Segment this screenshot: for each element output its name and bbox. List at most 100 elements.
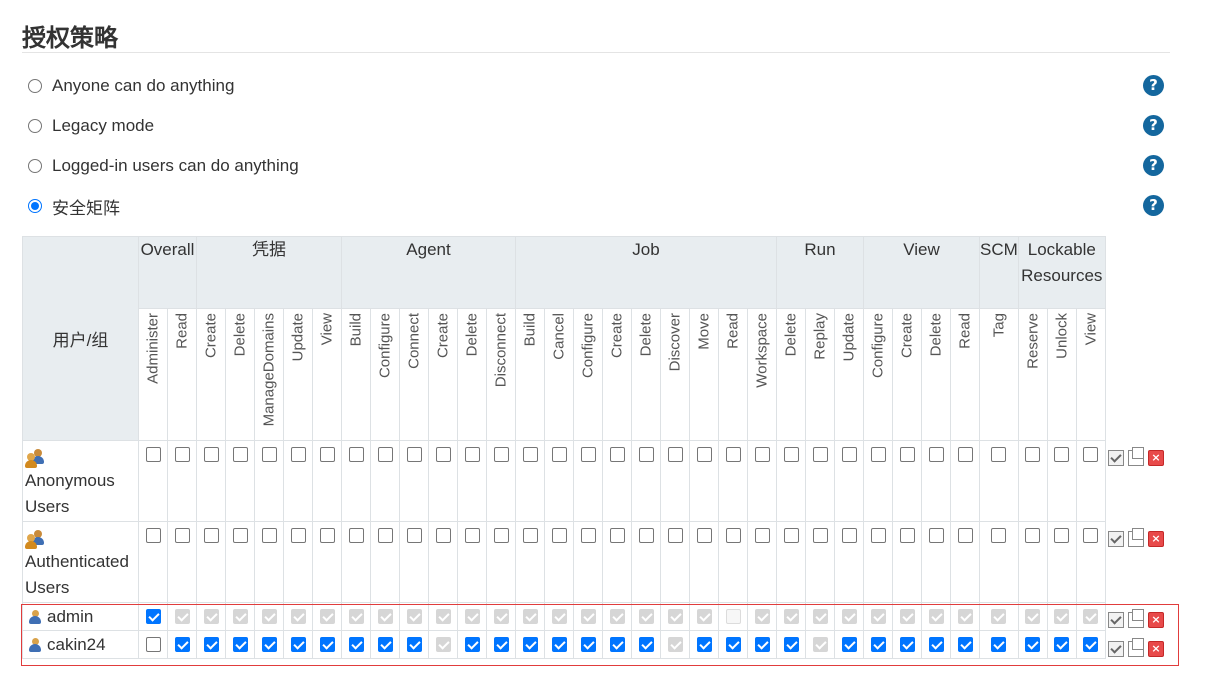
permission-checkbox[interactable] bbox=[1025, 528, 1041, 544]
permission-checkbox[interactable] bbox=[348, 447, 364, 463]
permission-checkbox[interactable] bbox=[145, 636, 161, 652]
permission-checkbox[interactable] bbox=[174, 636, 190, 652]
permission-checkbox[interactable] bbox=[522, 447, 538, 463]
permission-checkbox[interactable] bbox=[754, 447, 770, 463]
permission-checkbox[interactable] bbox=[580, 636, 596, 652]
permission-checkbox[interactable] bbox=[319, 528, 335, 544]
permission-checkbox[interactable] bbox=[638, 447, 654, 463]
delete-icon[interactable]: × bbox=[1148, 531, 1164, 547]
permission-checkbox[interactable] bbox=[841, 528, 857, 544]
permission-checkbox[interactable] bbox=[493, 447, 509, 463]
delete-icon[interactable]: × bbox=[1148, 612, 1164, 628]
radio-logged-in[interactable] bbox=[28, 159, 42, 173]
permission-checkbox[interactable] bbox=[290, 447, 306, 463]
permission-checkbox[interactable] bbox=[991, 636, 1007, 652]
permission-checkbox[interactable] bbox=[609, 447, 625, 463]
permission-checkbox[interactable] bbox=[522, 636, 538, 652]
permission-checkbox[interactable] bbox=[435, 528, 451, 544]
permission-checkbox[interactable] bbox=[580, 528, 596, 544]
copy-icon[interactable] bbox=[1128, 638, 1144, 657]
permission-checkbox[interactable] bbox=[319, 636, 335, 652]
permission-checkbox[interactable] bbox=[991, 447, 1007, 463]
permission-checkbox[interactable] bbox=[783, 636, 799, 652]
permission-checkbox[interactable] bbox=[551, 447, 567, 463]
permission-checkbox[interactable] bbox=[377, 528, 393, 544]
permission-checkbox[interactable] bbox=[957, 636, 973, 652]
copy-icon[interactable] bbox=[1128, 447, 1144, 466]
permission-checkbox[interactable] bbox=[696, 528, 712, 544]
permission-checkbox[interactable] bbox=[290, 636, 306, 652]
radio-anyone[interactable] bbox=[28, 79, 42, 93]
permission-checkbox[interactable] bbox=[348, 636, 364, 652]
permission-checkbox[interactable] bbox=[1083, 528, 1099, 544]
permission-checkbox[interactable] bbox=[377, 636, 393, 652]
permission-checkbox[interactable] bbox=[551, 636, 567, 652]
permission-checkbox[interactable] bbox=[696, 447, 712, 463]
help-icon[interactable]: ? bbox=[1143, 195, 1164, 216]
toggle-all-icon[interactable] bbox=[1108, 450, 1124, 466]
permission-checkbox[interactable] bbox=[1083, 636, 1099, 652]
permission-checkbox[interactable] bbox=[348, 528, 364, 544]
permission-checkbox[interactable] bbox=[754, 528, 770, 544]
permission-checkbox[interactable] bbox=[783, 528, 799, 544]
permission-checkbox[interactable] bbox=[232, 636, 248, 652]
permission-checkbox[interactable] bbox=[464, 528, 480, 544]
strategy-anyone[interactable]: Anyone can do anything bbox=[28, 74, 234, 98]
permission-checkbox[interactable] bbox=[261, 447, 277, 463]
delete-icon[interactable]: × bbox=[1148, 641, 1164, 657]
help-icon[interactable]: ? bbox=[1143, 75, 1164, 96]
toggle-all-icon[interactable] bbox=[1108, 531, 1124, 547]
permission-checkbox[interactable] bbox=[1083, 447, 1099, 463]
radio-legacy[interactable] bbox=[28, 119, 42, 133]
permission-checkbox[interactable] bbox=[145, 447, 161, 463]
permission-checkbox[interactable] bbox=[1054, 528, 1070, 544]
permission-checkbox[interactable] bbox=[145, 528, 161, 544]
copy-icon[interactable] bbox=[1128, 609, 1144, 628]
permission-checkbox[interactable] bbox=[899, 528, 915, 544]
permission-checkbox[interactable] bbox=[754, 636, 770, 652]
permission-checkbox[interactable] bbox=[1054, 447, 1070, 463]
permission-checkbox[interactable] bbox=[870, 636, 886, 652]
permission-checkbox[interactable] bbox=[667, 447, 683, 463]
permission-checkbox[interactable] bbox=[406, 636, 422, 652]
permission-checkbox[interactable] bbox=[725, 528, 741, 544]
permission-checkbox[interactable] bbox=[638, 636, 654, 652]
permission-checkbox[interactable] bbox=[261, 528, 277, 544]
permission-checkbox[interactable] bbox=[870, 528, 886, 544]
permission-checkbox[interactable] bbox=[319, 447, 335, 463]
permission-checkbox[interactable] bbox=[841, 447, 857, 463]
toggle-all-icon[interactable] bbox=[1108, 641, 1124, 657]
help-icon[interactable]: ? bbox=[1143, 115, 1164, 136]
strategy-logged-in[interactable]: Logged-in users can do anything bbox=[28, 154, 299, 178]
permission-checkbox[interactable] bbox=[551, 528, 567, 544]
strategy-matrix[interactable]: 安全矩阵 bbox=[28, 194, 120, 218]
delete-icon[interactable]: × bbox=[1148, 450, 1164, 466]
permission-checkbox[interactable] bbox=[203, 447, 219, 463]
permission-checkbox[interactable] bbox=[928, 447, 944, 463]
permission-checkbox[interactable] bbox=[232, 447, 248, 463]
permission-checkbox[interactable] bbox=[957, 528, 973, 544]
toggle-all-icon[interactable] bbox=[1108, 612, 1124, 628]
permission-checkbox[interactable] bbox=[1025, 447, 1041, 463]
permission-checkbox[interactable] bbox=[609, 636, 625, 652]
permission-checkbox[interactable] bbox=[174, 528, 190, 544]
permission-checkbox[interactable] bbox=[203, 528, 219, 544]
permission-checkbox[interactable] bbox=[464, 636, 480, 652]
permission-checkbox[interactable] bbox=[899, 447, 915, 463]
permission-checkbox[interactable] bbox=[667, 528, 683, 544]
permission-checkbox[interactable] bbox=[812, 447, 828, 463]
permission-checkbox[interactable] bbox=[232, 528, 248, 544]
permission-checkbox[interactable] bbox=[203, 636, 219, 652]
permission-checkbox[interactable] bbox=[406, 528, 422, 544]
permission-checkbox[interactable] bbox=[174, 447, 190, 463]
permission-checkbox[interactable] bbox=[261, 636, 277, 652]
permission-checkbox[interactable] bbox=[290, 528, 306, 544]
permission-checkbox[interactable] bbox=[609, 528, 625, 544]
permission-checkbox[interactable] bbox=[493, 636, 509, 652]
permission-checkbox[interactable] bbox=[841, 636, 857, 652]
permission-checkbox[interactable] bbox=[783, 447, 799, 463]
permission-checkbox[interactable] bbox=[957, 447, 973, 463]
permission-checkbox[interactable] bbox=[522, 528, 538, 544]
permission-checkbox[interactable] bbox=[435, 447, 451, 463]
permission-checkbox[interactable] bbox=[899, 636, 915, 652]
